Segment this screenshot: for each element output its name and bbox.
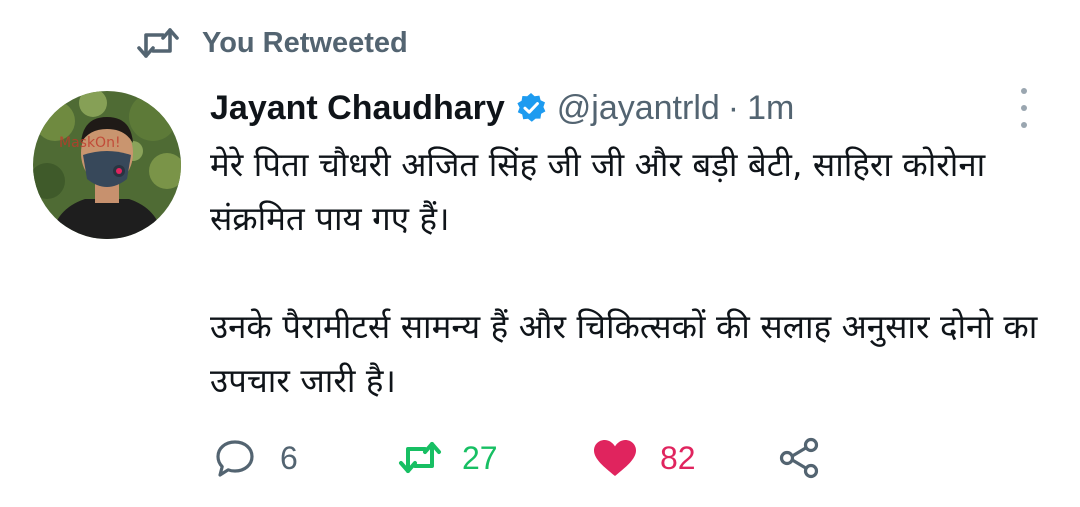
retweet-context: You Retweeted [136, 26, 408, 60]
tweet-text: मेरे पिता चौधरी अजित सिंह जी जी और बड़ी … [210, 138, 1040, 408]
reply-count: 6 [280, 439, 298, 476]
retweet-icon [136, 26, 180, 60]
retweet-count: 27 [462, 439, 498, 476]
avatar[interactable]: MaskOn! [33, 91, 181, 239]
tweet-actions: 6 27 82 [214, 432, 1034, 484]
tweet-paragraph: मेरे पिता चौधरी अजित सिंह जी जी और बड़ी … [210, 145, 986, 238]
avatar-watermark: MaskOn! [59, 135, 121, 151]
like-count: 82 [660, 439, 696, 476]
heart-icon [592, 438, 638, 478]
share-icon [778, 436, 822, 480]
like-button[interactable]: 82 [592, 432, 696, 484]
author-handle[interactable]: @jayantrld [557, 89, 720, 128]
retweet-button[interactable]: 27 [398, 432, 498, 484]
retweet-icon [398, 440, 442, 476]
tweet-paragraph: उनके पैरामीटर्स सामन्य हैं और चिकित्सकों… [210, 307, 1038, 400]
meta-separator: · [727, 88, 740, 127]
author-name[interactable]: Jayant Chaudhary [210, 89, 505, 128]
verified-badge-icon [515, 92, 547, 124]
reply-button[interactable]: 6 [214, 432, 298, 484]
reply-icon [214, 438, 256, 478]
tweet-timestamp[interactable]: 1m [747, 89, 794, 128]
more-options-icon[interactable] [1012, 88, 1036, 128]
tweet-header: Jayant Chaudhary @jayantrld · 1m [210, 80, 794, 136]
retweet-context-label: You Retweeted [202, 26, 408, 59]
share-button[interactable] [778, 432, 822, 484]
